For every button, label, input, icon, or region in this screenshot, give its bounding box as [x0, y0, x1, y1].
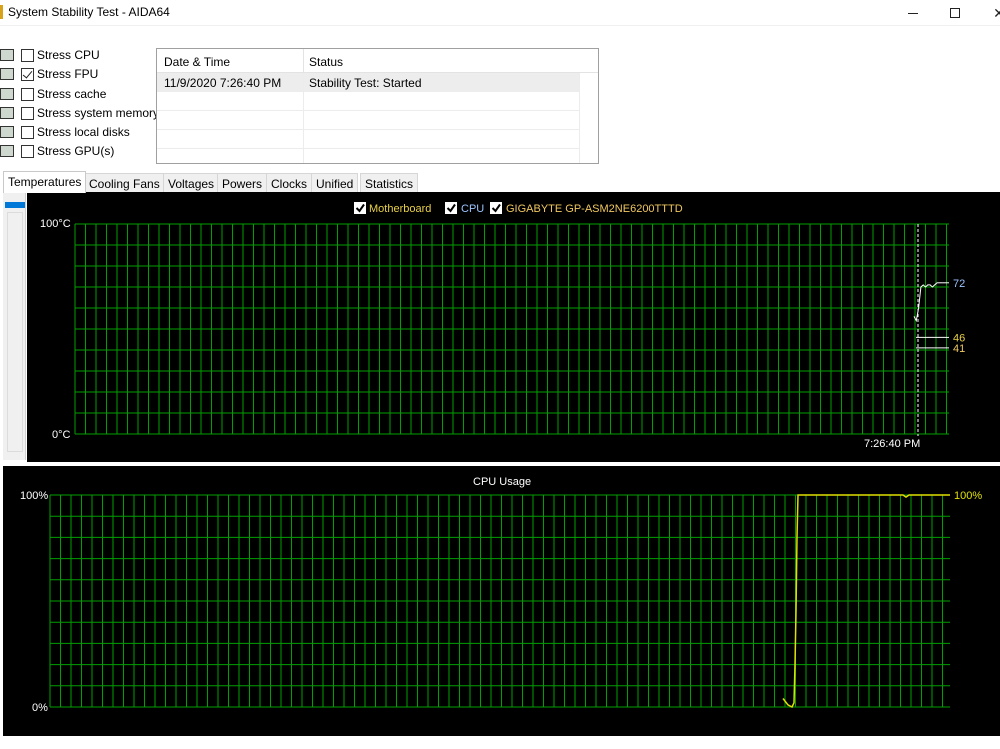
sensor-list-panel[interactable] [3, 192, 26, 460]
cpu-usage-value: 100% [954, 490, 982, 502]
cpu-usage-grid [49, 494, 950, 708]
tab-powers[interactable]: Powers [217, 173, 268, 192]
cpu-usage-title: CPU Usage [473, 476, 531, 488]
stress-disks-label: Stress local disks [37, 125, 130, 139]
aida64-app-icon [0, 5, 3, 19]
table-row-empty [157, 111, 579, 130]
cpu-y-axis-max-label: 100% [20, 490, 48, 502]
stress-fpu-option[interactable]: Stress FPU [0, 65, 160, 83]
stress-fpu-checkbox[interactable] [21, 67, 34, 81]
stress-gpu-label: Stress GPU(s) [37, 144, 115, 158]
legend-checkbox-gigabyte[interactable] [490, 202, 502, 214]
temperature-chart-svg: Motherboard CPU GIGABYTE GP-ASM2NE6200TT… [40, 202, 965, 450]
temperature-legend[interactable]: Motherboard CPU GIGABYTE GP-ASM2NE6200TT… [354, 202, 683, 215]
temperature-chart: Motherboard CPU GIGABYTE GP-ASM2NE6200TT… [27, 192, 1000, 462]
stress-memory-label: Stress system memory [37, 106, 160, 120]
close-icon: ✕ [993, 4, 1000, 21]
sensor-list[interactable] [7, 212, 23, 452]
stress-gpu-option[interactable]: Stress GPU(s) [0, 142, 160, 160]
stress-cache-label: Stress cache [37, 87, 107, 101]
cpu-temperature-value: 72 [953, 278, 965, 290]
maximize-button[interactable] [932, 0, 978, 26]
tab-cooling-fans[interactable]: Cooling Fans [84, 173, 165, 192]
y-axis-min-label: 0°C [52, 429, 71, 441]
time-marker-label: 7:26:40 PM [864, 438, 920, 450]
stress-cpu-checkbox[interactable] [21, 48, 34, 62]
app-window: System Stability Test - AIDA64 ✕ Stress … [0, 0, 1000, 749]
cpu-icon [0, 49, 14, 61]
gigabyte-temperature-value: 41 [953, 343, 965, 355]
close-button[interactable]: ✕ [976, 0, 1000, 26]
memory-icon [0, 107, 14, 119]
legend-checkbox-motherboard[interactable] [354, 202, 366, 214]
cache-icon [0, 88, 14, 100]
minimize-icon [908, 12, 918, 14]
status-table[interactable]: Date & Time Status 11/9/2020 7:26:40 PM … [156, 48, 599, 164]
stress-cache-option[interactable]: Stress cache [0, 85, 160, 103]
gpu-icon [0, 145, 14, 157]
legend-gigabyte: GIGABYTE GP-ASM2NE6200TTTD [506, 203, 683, 215]
stress-memory-checkbox[interactable] [21, 106, 34, 120]
table-header: Date & Time Status [157, 49, 598, 73]
row-status: Stability Test: Started [309, 76, 422, 90]
disk-icon [0, 126, 14, 138]
stress-disks-checkbox[interactable] [21, 125, 34, 139]
y-axis-max-label: 100°C [40, 218, 71, 230]
title-bar[interactable]: System Stability Test - AIDA64 ✕ [0, 0, 1000, 26]
stress-cache-checkbox[interactable] [21, 87, 34, 101]
legend-cpu: CPU [461, 203, 484, 215]
maximize-icon [950, 8, 960, 18]
table-row-empty [157, 130, 579, 149]
fpu-icon [0, 68, 14, 80]
window-title: System Stability Test - AIDA64 [8, 5, 170, 19]
table-row-empty [157, 92, 579, 111]
column-header-status[interactable]: Status [309, 55, 343, 69]
stress-fpu-label: Stress FPU [37, 67, 99, 81]
stress-memory-option[interactable]: Stress system memory [0, 104, 160, 122]
legend-motherboard: Motherboard [369, 203, 431, 215]
column-header-datetime[interactable]: Date & Time [164, 55, 230, 69]
tab-clocks[interactable]: Clocks [266, 173, 313, 192]
minimize-button[interactable] [890, 0, 936, 26]
temperature-grid [74, 223, 949, 435]
tab-unified[interactable]: Unified [311, 173, 359, 192]
legend-checkbox-cpu[interactable] [445, 202, 457, 214]
tab-temperatures[interactable]: Temperatures [3, 171, 87, 193]
stress-disks-option[interactable]: Stress local disks [0, 123, 160, 141]
stress-cpu-option[interactable]: Stress CPU [0, 46, 160, 64]
stress-cpu-label: Stress CPU [37, 48, 100, 62]
cpu-usage-chart: CPU Usage 100% 0% 100% [3, 466, 1000, 736]
tab-voltages[interactable]: Voltages [163, 173, 220, 192]
tab-statistics[interactable]: Statistics [360, 173, 419, 192]
cpu-usage-chart-svg: CPU Usage 100% 0% 100% [20, 476, 982, 714]
stress-gpu-checkbox[interactable] [21, 144, 34, 158]
row-datetime: 11/9/2020 7:26:40 PM [164, 76, 282, 90]
cpu-y-axis-min-label: 0% [32, 702, 48, 714]
table-row[interactable]: 11/9/2020 7:26:40 PM Stability Test: Sta… [157, 73, 579, 92]
selected-sensor-bar[interactable] [5, 202, 25, 208]
